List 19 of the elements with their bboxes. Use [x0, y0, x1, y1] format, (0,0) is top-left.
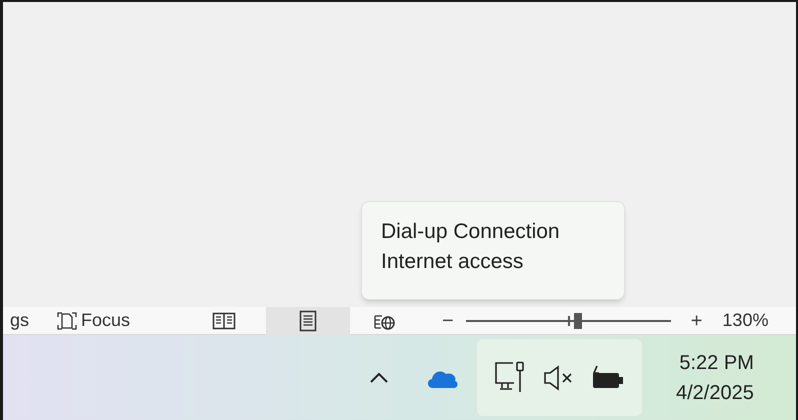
tooltip-text: Dial-up Connection: [381, 219, 561, 245]
focus-button[interactable]: Focus: [57, 307, 130, 334]
wired-network-icon: [494, 360, 526, 394]
clock-date[interactable]: 4/2/2025: [676, 378, 754, 408]
zoom-level-text: 130%: [722, 309, 768, 332]
zoom-out-button[interactable]: −: [442, 306, 454, 336]
tooltip-text: Internet access: [381, 249, 524, 275]
book-icon: [212, 310, 236, 330]
chevron-up-icon[interactable]: [369, 372, 389, 384]
print-layout-button[interactable]: [266, 306, 350, 334]
zoom-slider-thumb[interactable]: [574, 312, 582, 328]
tray-group[interactable]: [477, 339, 642, 416]
status-text: gs: [10, 309, 30, 332]
page-icon: [299, 310, 318, 332]
zoom-slider[interactable]: [466, 312, 671, 328]
clock-time[interactable]: 5:22 PM: [679, 348, 754, 378]
charging-battery-icon: [591, 364, 626, 390]
focus-icon: [57, 310, 78, 330]
zoom-in-button[interactable]: +: [690, 306, 702, 336]
